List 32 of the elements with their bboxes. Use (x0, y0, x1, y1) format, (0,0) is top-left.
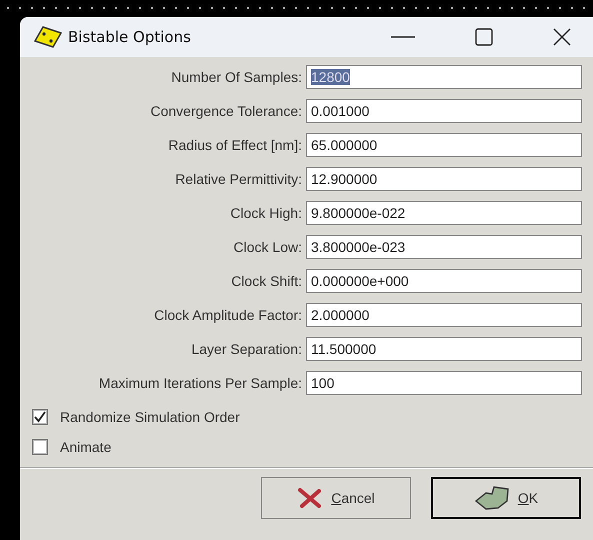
field-label: Convergence Tolerance: (149, 103, 302, 119)
field-label: Relative Permittivity: (174, 171, 302, 187)
field-label: Maximum Iterations Per Sample: (98, 375, 302, 391)
checkbox[interactable] (32, 439, 48, 455)
checkbox-label: Animate (60, 439, 112, 455)
checkbox[interactable] (32, 409, 48, 425)
input-field[interactable]: 3.800000e-023 (306, 235, 582, 259)
field-label: Clock Low: (232, 239, 302, 255)
window-title: Bistable Options (68, 28, 191, 46)
maximize-icon[interactable] (475, 28, 493, 46)
cross-icon (297, 487, 324, 509)
field-label: Number Of Samples: (170, 69, 302, 85)
cancel-button[interactable]: Cancel (261, 477, 411, 519)
input-field[interactable]: 2.000000 (306, 303, 582, 327)
input-field[interactable]: 12800 (306, 65, 582, 89)
input-field[interactable]: 11.500000 (306, 337, 582, 361)
field-label: Clock High: (229, 205, 302, 221)
close-icon[interactable] (553, 28, 571, 46)
field-label: Clock Shift: (230, 273, 302, 289)
input-field[interactable]: 65.000000 (306, 133, 582, 157)
field-label: Layer Separation: (190, 341, 302, 357)
ok-button[interactable]: OK (431, 477, 581, 519)
input-field[interactable]: 0.001000 (306, 99, 582, 123)
field-label: Radius of Effect [nm]: (167, 137, 302, 153)
input-field[interactable]: 9.800000e-022 (306, 201, 582, 225)
minimize-icon[interactable] (391, 35, 415, 39)
field-label: Clock Amplitude Factor: (153, 307, 302, 323)
checkbox-label: Randomize Simulation Order (60, 409, 240, 425)
dice-icon (34, 26, 62, 48)
input-field[interactable]: 12.900000 (306, 167, 582, 191)
input-field[interactable]: 100 (306, 371, 582, 395)
input-field[interactable]: 0.000000e+000 (306, 269, 582, 293)
